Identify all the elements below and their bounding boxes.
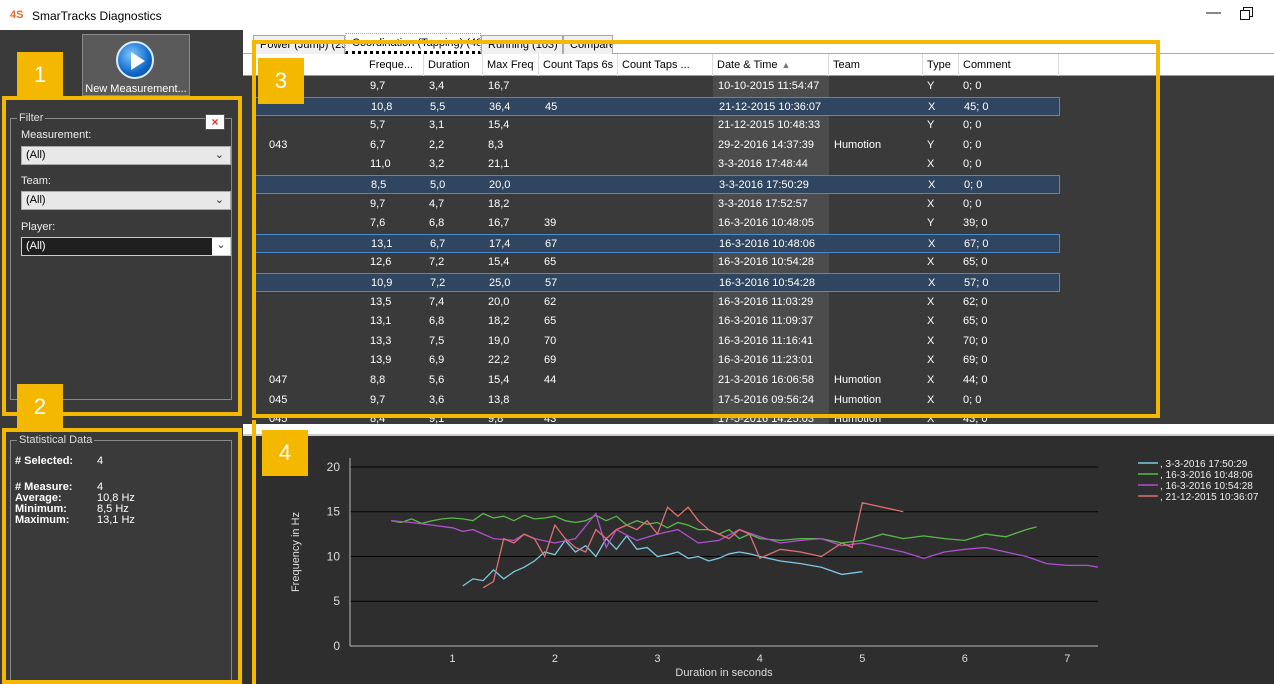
- app-logo-icon: 4S: [10, 9, 24, 21]
- annotation-label-4: 4: [262, 430, 308, 476]
- new-measurement-button[interactable]: New Measurement...: [82, 34, 190, 96]
- annotation-box-1: [2, 96, 242, 416]
- app-title: SmarTracks Diagnostics: [32, 9, 162, 23]
- annotation-box-4: [252, 420, 1274, 684]
- annotation-box-3: [252, 40, 1160, 418]
- new-measurement-label: New Measurement...: [85, 83, 187, 95]
- annotation-label-2: 2: [17, 384, 63, 430]
- title-bar: 4S SmarTracks Diagnostics —: [0, 0, 1274, 30]
- play-icon: [116, 41, 154, 79]
- annotation-label-3: 3: [258, 58, 304, 104]
- minimize-button[interactable]: —: [1206, 4, 1221, 21]
- annotation-label-1: 1: [17, 52, 63, 98]
- annotation-box-2: [2, 428, 242, 684]
- restore-button[interactable]: [1240, 7, 1253, 20]
- app-window: 4S SmarTracks Diagnostics — New Measurem…: [0, 0, 1274, 684]
